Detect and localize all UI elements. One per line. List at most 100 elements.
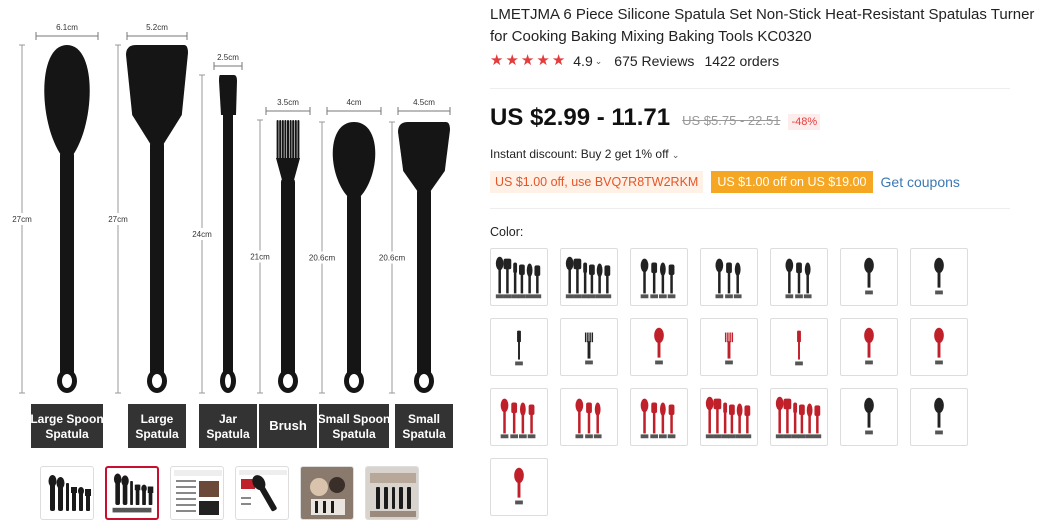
instant-discount-text: Instant discount: Buy 2 get 1% off (490, 147, 669, 161)
width-dimension-label: 4.5cm (413, 98, 435, 107)
color-swatch-20[interactable] (840, 388, 898, 446)
brush-bristle (289, 120, 292, 160)
handle (281, 178, 295, 383)
color-swatch-12[interactable] (770, 318, 828, 376)
length-dimension-label: 27cm (108, 215, 128, 224)
tool-label-line2: Spatula (332, 427, 376, 441)
main-product-image[interactable]: 6.1cm 27cm Large Spoon Spatula 5.2cm 27cm Larg… (0, 0, 470, 460)
color-swatch-4[interactable] (700, 248, 758, 306)
swatch-thumbnail (864, 327, 874, 365)
thumbnail-1[interactable] (40, 466, 94, 520)
swatch-thumbnail (514, 467, 524, 505)
color-label: Color: (490, 225, 524, 239)
swatch-thumbnail (640, 258, 676, 299)
color-swatch-10[interactable] (630, 318, 688, 376)
star-icon: ★ (520, 52, 535, 69)
color-swatch-22[interactable] (490, 458, 548, 516)
handle (223, 111, 233, 383)
length-dimension-label: 20.6cm (379, 254, 406, 263)
brush-bristle (287, 120, 289, 160)
length-dimension-label: 20.6cm (309, 254, 336, 263)
chevron-down-icon: ⌄ (671, 150, 680, 160)
color-swatch-11[interactable] (700, 318, 758, 376)
star-icon: ★ (551, 52, 566, 69)
color-swatch-19[interactable] (770, 388, 828, 446)
get-coupons-link[interactable]: Get coupons (881, 174, 960, 190)
swatch-thumbnail (515, 330, 523, 366)
tool-label-line2: Spatula (135, 427, 179, 441)
tool-label-box (199, 404, 257, 448)
swatch-thumbnail (654, 327, 664, 365)
color-swatch-8[interactable] (490, 318, 548, 376)
swatch-thumbnail (500, 398, 536, 439)
thumbnail-5[interactable] (300, 466, 354, 520)
color-swatch-6[interactable] (840, 248, 898, 306)
brush-bristle (281, 120, 284, 160)
tool-label-line1: Large Spoon (30, 412, 103, 426)
swatch-thumbnail (795, 330, 803, 366)
swatch-thumbnail (640, 398, 676, 439)
color-swatch-13[interactable] (840, 318, 898, 376)
color-swatch-9[interactable] (560, 318, 618, 376)
swatch-thumbnail (785, 258, 812, 299)
spatula-head (126, 45, 188, 145)
tool-label-box (128, 404, 186, 448)
color-swatch-16[interactable] (560, 388, 618, 446)
color-swatch-18[interactable] (700, 388, 758, 446)
reviews-link[interactable]: 675 Reviews (614, 53, 694, 69)
color-swatch-7[interactable] (910, 248, 968, 306)
width-dimension-label: 5.2cm (146, 23, 168, 32)
color-swatch-5[interactable] (770, 248, 828, 306)
divider (490, 208, 1010, 209)
swatch-thumbnail (565, 256, 612, 299)
spoon-head (332, 122, 376, 197)
tool-label-line2: Spatula (402, 427, 446, 441)
color-swatch-15[interactable] (490, 388, 548, 446)
color-swatch-2[interactable] (560, 248, 618, 306)
instant-discount[interactable]: Instant discount: Buy 2 get 1% off ⌄ (490, 147, 679, 161)
star-icon: ★ (490, 52, 504, 69)
rating-row: ★ ★ ★ ★ ★ 4.9 ⌄ 675 Reviews 1422 orders (490, 52, 779, 70)
hanging-hole (62, 374, 72, 388)
color-swatch-21[interactable] (910, 388, 968, 446)
hanging-hole (283, 374, 293, 388)
color-swatch-3[interactable] (630, 248, 688, 306)
spoon-head (44, 45, 90, 155)
color-swatch-14[interactable] (910, 318, 968, 376)
tool-label-line1: Small Spoon (318, 412, 391, 426)
tool-label-line2: Spatula (206, 427, 250, 441)
chevron-down-icon[interactable]: ⌄ (595, 56, 603, 67)
color-swatch-17[interactable] (630, 388, 688, 446)
thumbnail-4[interactable] (235, 466, 289, 520)
length-dimension-label: 21cm (250, 253, 270, 262)
swatch-thumbnail (495, 256, 542, 299)
thumbnail-strip (40, 466, 419, 520)
brush-bristle (276, 120, 279, 160)
brush-bristle (284, 120, 287, 160)
length-dimension-label: 24cm (192, 230, 212, 239)
thumbnail-6[interactable] (365, 466, 419, 520)
handle (417, 188, 431, 383)
star-rating: ★ ★ ★ ★ ★ (490, 52, 565, 70)
hanging-hole (349, 374, 359, 388)
color-swatch-1[interactable] (490, 248, 548, 306)
swatch-thumbnail (775, 396, 822, 439)
hanging-hole (225, 374, 231, 388)
hanging-hole (152, 374, 162, 388)
swatch-thumbnail (934, 327, 944, 365)
rating-value[interactable]: 4.9 (573, 53, 592, 69)
coupon-code-badge[interactable]: US $1.00 off, use BVQ7R8TW2RKM (490, 171, 704, 193)
tool-label-line1: Small (408, 412, 440, 426)
spatula-head (398, 122, 450, 192)
tool-label-box (319, 404, 389, 448)
thumbnail-3[interactable] (170, 466, 224, 520)
thumbnail-2[interactable] (105, 466, 159, 520)
handle (60, 151, 74, 383)
swatch-thumbnail (705, 396, 752, 439)
width-dimension-label: 3.5cm (277, 98, 299, 107)
orders-count: 1422 orders (704, 53, 780, 69)
jar-spatula-head (219, 75, 237, 115)
hanging-hole (419, 374, 429, 388)
width-dimension-label: 6.1cm (56, 23, 78, 32)
coupon-offer-badge[interactable]: US $1.00 off on US $19.00 (711, 171, 873, 193)
